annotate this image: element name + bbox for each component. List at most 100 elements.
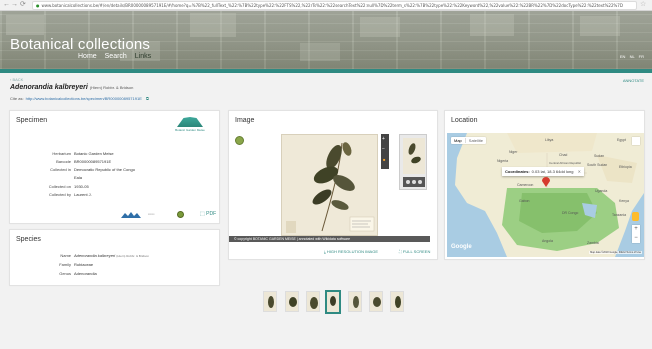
thumbnail[interactable] (348, 291, 362, 312)
field-value: Adenorandia kalbreyeri (Hiern) Robbr. & … (74, 253, 149, 258)
map-label: DR Congo (562, 211, 579, 215)
thumbnail[interactable] (306, 291, 320, 312)
lang-nl[interactable]: NL (630, 54, 635, 59)
image-toolbar: + − ■ (381, 134, 389, 169)
thumbnail[interactable] (390, 291, 404, 312)
pdf-link[interactable]: ⬚ PDF (200, 211, 216, 217)
location-title: Location (451, 117, 478, 124)
reload-icon[interactable]: ⟳ (20, 1, 26, 9)
field-key: Herbarium (52, 151, 71, 156)
map-label: Libya (545, 138, 554, 142)
field-row: Name Adenorandia kalbreyeri (Hiern) Robb… (10, 253, 221, 259)
map-marker-icon[interactable] (542, 177, 550, 187)
nav-home[interactable]: Home (78, 53, 97, 60)
top-navigation: Home Search Links (78, 53, 157, 60)
header-accent-bar (0, 69, 652, 73)
home-view-icon[interactable]: ■ (383, 157, 385, 162)
thumbnail[interactable] (285, 291, 299, 312)
copyright-bar: © copyright BOTANIC GARDEN MEISE | annot… (229, 236, 430, 242)
partner-logos: ▪▪▪▪▪▪ ⬚ PDF (120, 211, 220, 219)
map-label: Kenya (619, 199, 629, 203)
map-zoom-control: + − (632, 225, 640, 243)
field-row: Family Rubiaceae (10, 262, 221, 268)
field-key: Barcode (56, 159, 71, 164)
thumbnail-leaf-icon (289, 297, 297, 307)
species-name-author: (Hiern) Robbr. & Bridson (116, 254, 149, 258)
map-label: Egypt (617, 138, 626, 142)
greenhouse-logo-icon (177, 117, 203, 127)
field-key: Collected by (48, 192, 71, 197)
map-label: Niger (509, 150, 518, 154)
image-panel: Image + − ■ © copyright BOTANIC GARDEN M… (228, 110, 438, 260)
lang-en[interactable]: EN (620, 54, 626, 59)
map-label: South Sudan (587, 163, 608, 167)
map-label: Ethiopia (619, 165, 632, 169)
coordinates-value: 0.03 lat, 18.3 64dd long (531, 169, 574, 174)
cite-label: Cite as: (10, 96, 24, 101)
field-row: Collected by Laurent J. (10, 192, 221, 198)
thumbnail-active[interactable] (325, 290, 341, 314)
map-fullscreen-icon[interactable] (632, 137, 640, 145)
field-value: Democratic Republic of the Congo (74, 167, 135, 172)
thumbnail-leaf-icon (373, 297, 381, 307)
nav-search[interactable]: Search (105, 53, 127, 60)
forward-arrow-icon[interactable]: → (11, 1, 18, 9)
back-arrow-icon[interactable]: ← (3, 1, 10, 9)
map-label: Gabon (519, 199, 530, 203)
thumbnail[interactable] (263, 291, 277, 312)
map-credits[interactable]: Map data ©2018 Google, INEGI Terms of Us… (589, 251, 642, 254)
browser-toolbar: ← → ⟳ ● www.botanicalcollections.be/#/en/… (0, 0, 652, 11)
species-panel: Species Name Adenorandia kalbreyeri (Hie… (9, 229, 220, 286)
field-row: Genus Adenorandia (10, 271, 221, 277)
map-type-satellite[interactable]: Satellite (464, 138, 487, 143)
location-panel: Location Libya Egypt Niger Chad Sudan Ni… (444, 110, 645, 260)
field-value: BR0000008957191E (74, 159, 112, 164)
bookmark-star-icon[interactable]: ☆ (640, 1, 646, 9)
thumbnail-leaf-icon (268, 296, 274, 308)
field-key: Family (59, 262, 71, 267)
species-name: Adenorandia kalbreyeri (10, 84, 88, 91)
partner-logo-icon (121, 212, 141, 218)
field-key: Collected in (50, 167, 71, 172)
cite-url[interactable]: http://www.botanicalcollections.be/speci… (26, 96, 142, 101)
nav-links[interactable]: Links (135, 53, 151, 60)
seal-logo-icon (177, 211, 184, 218)
annotate-link[interactable]: ANNOTATE (623, 78, 644, 83)
map-zoom-out-icon[interactable]: − (632, 234, 640, 243)
map-label: Nigeria (497, 159, 509, 163)
back-label: BACK (12, 77, 24, 82)
image-source-icon (235, 136, 244, 145)
map-type-map[interactable]: Map (451, 138, 465, 143)
field-row: Barcode BR0000008957191E (10, 159, 221, 165)
image-navigator[interactable] (399, 134, 427, 190)
lang-fr[interactable]: FR (639, 54, 644, 59)
herbarium-image[interactable] (281, 134, 378, 236)
map-type-toggle: Map Satellite (451, 137, 487, 144)
language-switcher: EN NL FR (617, 54, 644, 59)
full-screen-button[interactable]: ⛶ FULL SCREEN (399, 249, 430, 254)
map-label: Uganda (595, 189, 608, 193)
field-row: Collected in Democratic Republic of the … (10, 167, 221, 173)
thumbnail-leaf-icon (330, 296, 336, 306)
close-icon[interactable]: ✕ (578, 169, 581, 174)
species-name-value: Adenorandia kalbreyeri (74, 253, 116, 258)
address-bar[interactable]: ● www.botanicalcollections.be/#/en/detail… (32, 1, 637, 10)
thumbnail-leaf-icon (310, 297, 318, 309)
site-title[interactable]: Botanical collections (10, 36, 150, 53)
map-zoom-in-icon[interactable]: + (632, 225, 640, 234)
thumbnail[interactable] (369, 291, 383, 312)
high-resolution-button[interactable]: ⤓ HIGH RESOLUTION IMAGE (324, 249, 378, 254)
zoom-out-icon[interactable]: − (382, 146, 385, 152)
field-key: Name (60, 253, 71, 258)
back-link[interactable]: ‹ BACK (10, 77, 23, 82)
copy-icon[interactable]: ⧉ (146, 96, 149, 101)
field-key: Collected on (48, 184, 71, 189)
map-label: Chad (559, 153, 568, 157)
image-title: Image (235, 117, 255, 124)
location-map[interactable]: Libya Egypt Niger Chad Sudan Nigeria Eth… (447, 133, 644, 257)
field-value: Botanic Garden Meise (74, 151, 114, 156)
lock-icon: ● (36, 3, 40, 8)
field-row: Collected on 1930-05 (10, 184, 221, 190)
zoom-in-icon[interactable]: + (382, 136, 385, 142)
street-view-pegman-icon[interactable] (632, 212, 639, 221)
